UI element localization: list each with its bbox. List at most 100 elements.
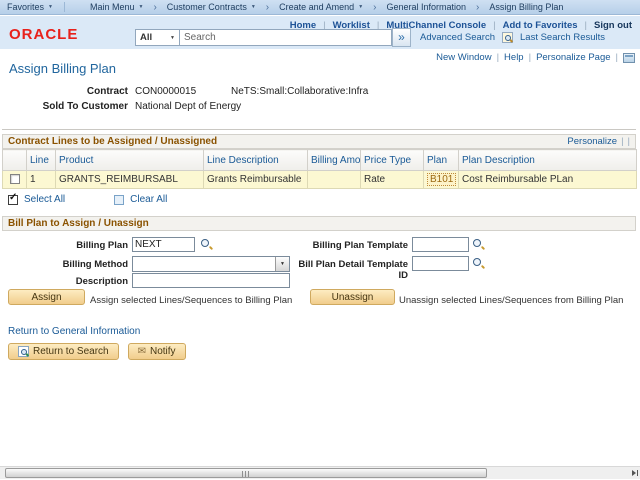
column-header-price-type[interactable]: Price Type xyxy=(361,150,424,171)
breadcrumb-create-and-amend[interactable]: Create and Amend ▼ xyxy=(272,2,370,12)
return-to-search-label: Return to Search xyxy=(33,346,109,357)
separator: | xyxy=(529,52,531,63)
bill-plan-detail-template-input[interactable] xyxy=(412,256,469,271)
bill-plan-section-header: Bill Plan to Assign / Unassign xyxy=(2,216,636,231)
chevron-down-icon: ▼ xyxy=(251,4,256,10)
column-header-billing-amount[interactable]: Billing Amount xyxy=(308,150,361,171)
customer-row: Sold To Customer National Dept of Energy xyxy=(0,101,640,112)
scrollbar-thumb[interactable] xyxy=(5,468,487,478)
assign-button[interactable]: Assign xyxy=(8,289,85,305)
search-bar: All ▼ » Advanced Search Last Search Resu… xyxy=(135,28,605,47)
check-icon: ✓ xyxy=(9,192,17,203)
personalize-layout-icon[interactable] xyxy=(623,53,635,63)
row-checkbox[interactable] xyxy=(10,174,20,184)
breadcrumb-separator-icon: › xyxy=(263,2,272,13)
horizontal-scrollbar[interactable] xyxy=(0,466,640,479)
breadcrumb-label: Create and Amend xyxy=(279,2,354,12)
plan-link[interactable]: B101 xyxy=(427,173,456,186)
return-to-general-information-link[interactable]: Return to General Information xyxy=(8,326,140,337)
section-divider xyxy=(2,129,636,130)
assign-hint: Assign selected Lines/Sequences to Billi… xyxy=(90,295,292,306)
page-title: Assign Billing Plan xyxy=(9,61,116,76)
billing-method-select[interactable]: ▼ xyxy=(132,256,290,272)
contract-row: Contract CON0000015 NeTS:Small:Collabora… xyxy=(0,86,640,97)
billing-plan-label: Billing Plan xyxy=(0,240,128,251)
search-input[interactable] xyxy=(180,29,392,46)
breadcrumb-assign-billing-plan: Assign Billing Plan xyxy=(482,2,570,12)
breadcrumb-separator-icon: › xyxy=(473,2,482,13)
scrollbar-grip-icon xyxy=(242,471,250,477)
separator: | xyxy=(621,136,623,147)
scroll-right-arrow-icon[interactable] xyxy=(632,470,636,476)
clear-all-icon[interactable] xyxy=(114,195,124,205)
new-window-link[interactable]: New Window xyxy=(436,52,491,63)
sold-to-customer-label: Sold To Customer xyxy=(0,101,128,112)
billing-plan-input[interactable] xyxy=(132,237,195,252)
breadcrumb-label: General Information xyxy=(386,2,466,12)
chevron-down-icon: ▼ xyxy=(170,35,175,41)
breadcrumb-general-information[interactable]: General Information xyxy=(379,2,473,12)
column-header-line-description[interactable]: Line Description xyxy=(204,150,308,171)
chevron-down-icon: ▼ xyxy=(358,4,363,10)
unassign-button[interactable]: Unassign xyxy=(310,289,395,305)
billing-plan-lookup-icon[interactable] xyxy=(200,238,213,251)
scroll-end-bar xyxy=(637,470,638,476)
breadcrumb-label: Assign Billing Plan xyxy=(489,2,563,12)
select-all-link[interactable]: Select All xyxy=(24,194,65,205)
column-header-plan[interactable]: Plan xyxy=(424,150,459,171)
breadcrumb-label: Main Menu xyxy=(90,2,135,12)
app-header: ORACLE Home | Worklist | MultiChannel Co… xyxy=(0,16,640,49)
breadcrumb-separator-icon: › xyxy=(150,2,159,13)
contract-value: CON0000015 xyxy=(135,86,196,97)
cell-line-description: Grants Reimbursable xyxy=(204,171,308,189)
breadcrumb-divider xyxy=(64,2,65,12)
billing-method-label: Billing Method xyxy=(0,259,128,270)
clear-all-link[interactable]: Clear All xyxy=(130,194,167,205)
table-row: 1 GRANTS_REIMBURSABL Grants Reimbursable… xyxy=(3,171,637,189)
sold-to-customer-value: National Dept of Energy xyxy=(135,101,241,112)
select-all-icon[interactable]: ✓ xyxy=(8,195,18,205)
bill-plan-detail-template-lookup-icon[interactable] xyxy=(472,257,485,270)
application-window: Favorites ▼ Main Menu ▼ › Customer Contr… xyxy=(0,0,640,480)
description-label: Description xyxy=(0,276,128,287)
search-go-button[interactable]: » xyxy=(392,28,411,47)
breadcrumb-main-menu[interactable]: Main Menu ▼ xyxy=(83,2,150,12)
cell-billing-amount xyxy=(308,171,361,189)
breadcrumb-label: Customer Contracts xyxy=(167,2,247,12)
column-header-line[interactable]: Line xyxy=(27,150,56,171)
breadcrumb-customer-contracts[interactable]: Customer Contracts ▼ xyxy=(160,2,263,12)
billing-plan-template-lookup-icon[interactable] xyxy=(472,238,485,251)
breadcrumb-favorites[interactable]: Favorites ▼ xyxy=(0,2,60,12)
personalize-grid-link[interactable]: Personalize xyxy=(567,136,617,147)
toolbar-buttons: Return to Search ✉ Notify xyxy=(8,343,186,360)
breadcrumb-separator-icon: › xyxy=(370,2,379,13)
column-header-plan-description[interactable]: Plan Description xyxy=(459,150,637,171)
envelope-icon: ✉ xyxy=(138,347,146,357)
separator: | xyxy=(628,136,630,147)
search-scope-select[interactable]: All ▼ xyxy=(135,29,180,46)
personalize-page-link[interactable]: Personalize Page xyxy=(536,52,610,63)
bill-plan-detail-template-label: Bill Plan Detail Template ID xyxy=(288,259,408,281)
help-link[interactable]: Help xyxy=(504,52,524,63)
column-header-product[interactable]: Product xyxy=(56,150,204,171)
billing-plan-template-input[interactable] xyxy=(412,237,469,252)
return-to-search-button[interactable]: Return to Search xyxy=(8,343,119,360)
advanced-search-link[interactable]: Advanced Search xyxy=(420,32,495,43)
chevron-down-icon: ▼ xyxy=(139,4,144,10)
select-clear-row: ✓ Select All Clear All xyxy=(8,194,167,205)
contract-label: Contract xyxy=(0,86,128,97)
row-select-cell xyxy=(3,171,27,189)
cell-plan: B101 xyxy=(424,171,459,189)
grid-personalize-bar: Personalize | | xyxy=(567,136,630,147)
unassign-hint: Unassign selected Lines/Sequences from B… xyxy=(399,295,623,306)
description-input[interactable] xyxy=(132,273,290,288)
last-search-results-link[interactable]: Last Search Results xyxy=(520,32,605,43)
separator: | xyxy=(616,52,618,63)
grid-section-header: Contract Lines to be Assigned / Unassign… xyxy=(2,134,636,149)
notify-label: Notify xyxy=(150,346,176,357)
chevron-down-icon: ▼ xyxy=(48,4,53,10)
select-column-header xyxy=(3,150,27,171)
notify-button[interactable]: ✉ Notify xyxy=(128,343,186,360)
bill-plan-section-title: Bill Plan to Assign / Unassign xyxy=(8,218,149,229)
contract-description: NeTS:Small:Collaborative:Infra xyxy=(231,86,368,97)
